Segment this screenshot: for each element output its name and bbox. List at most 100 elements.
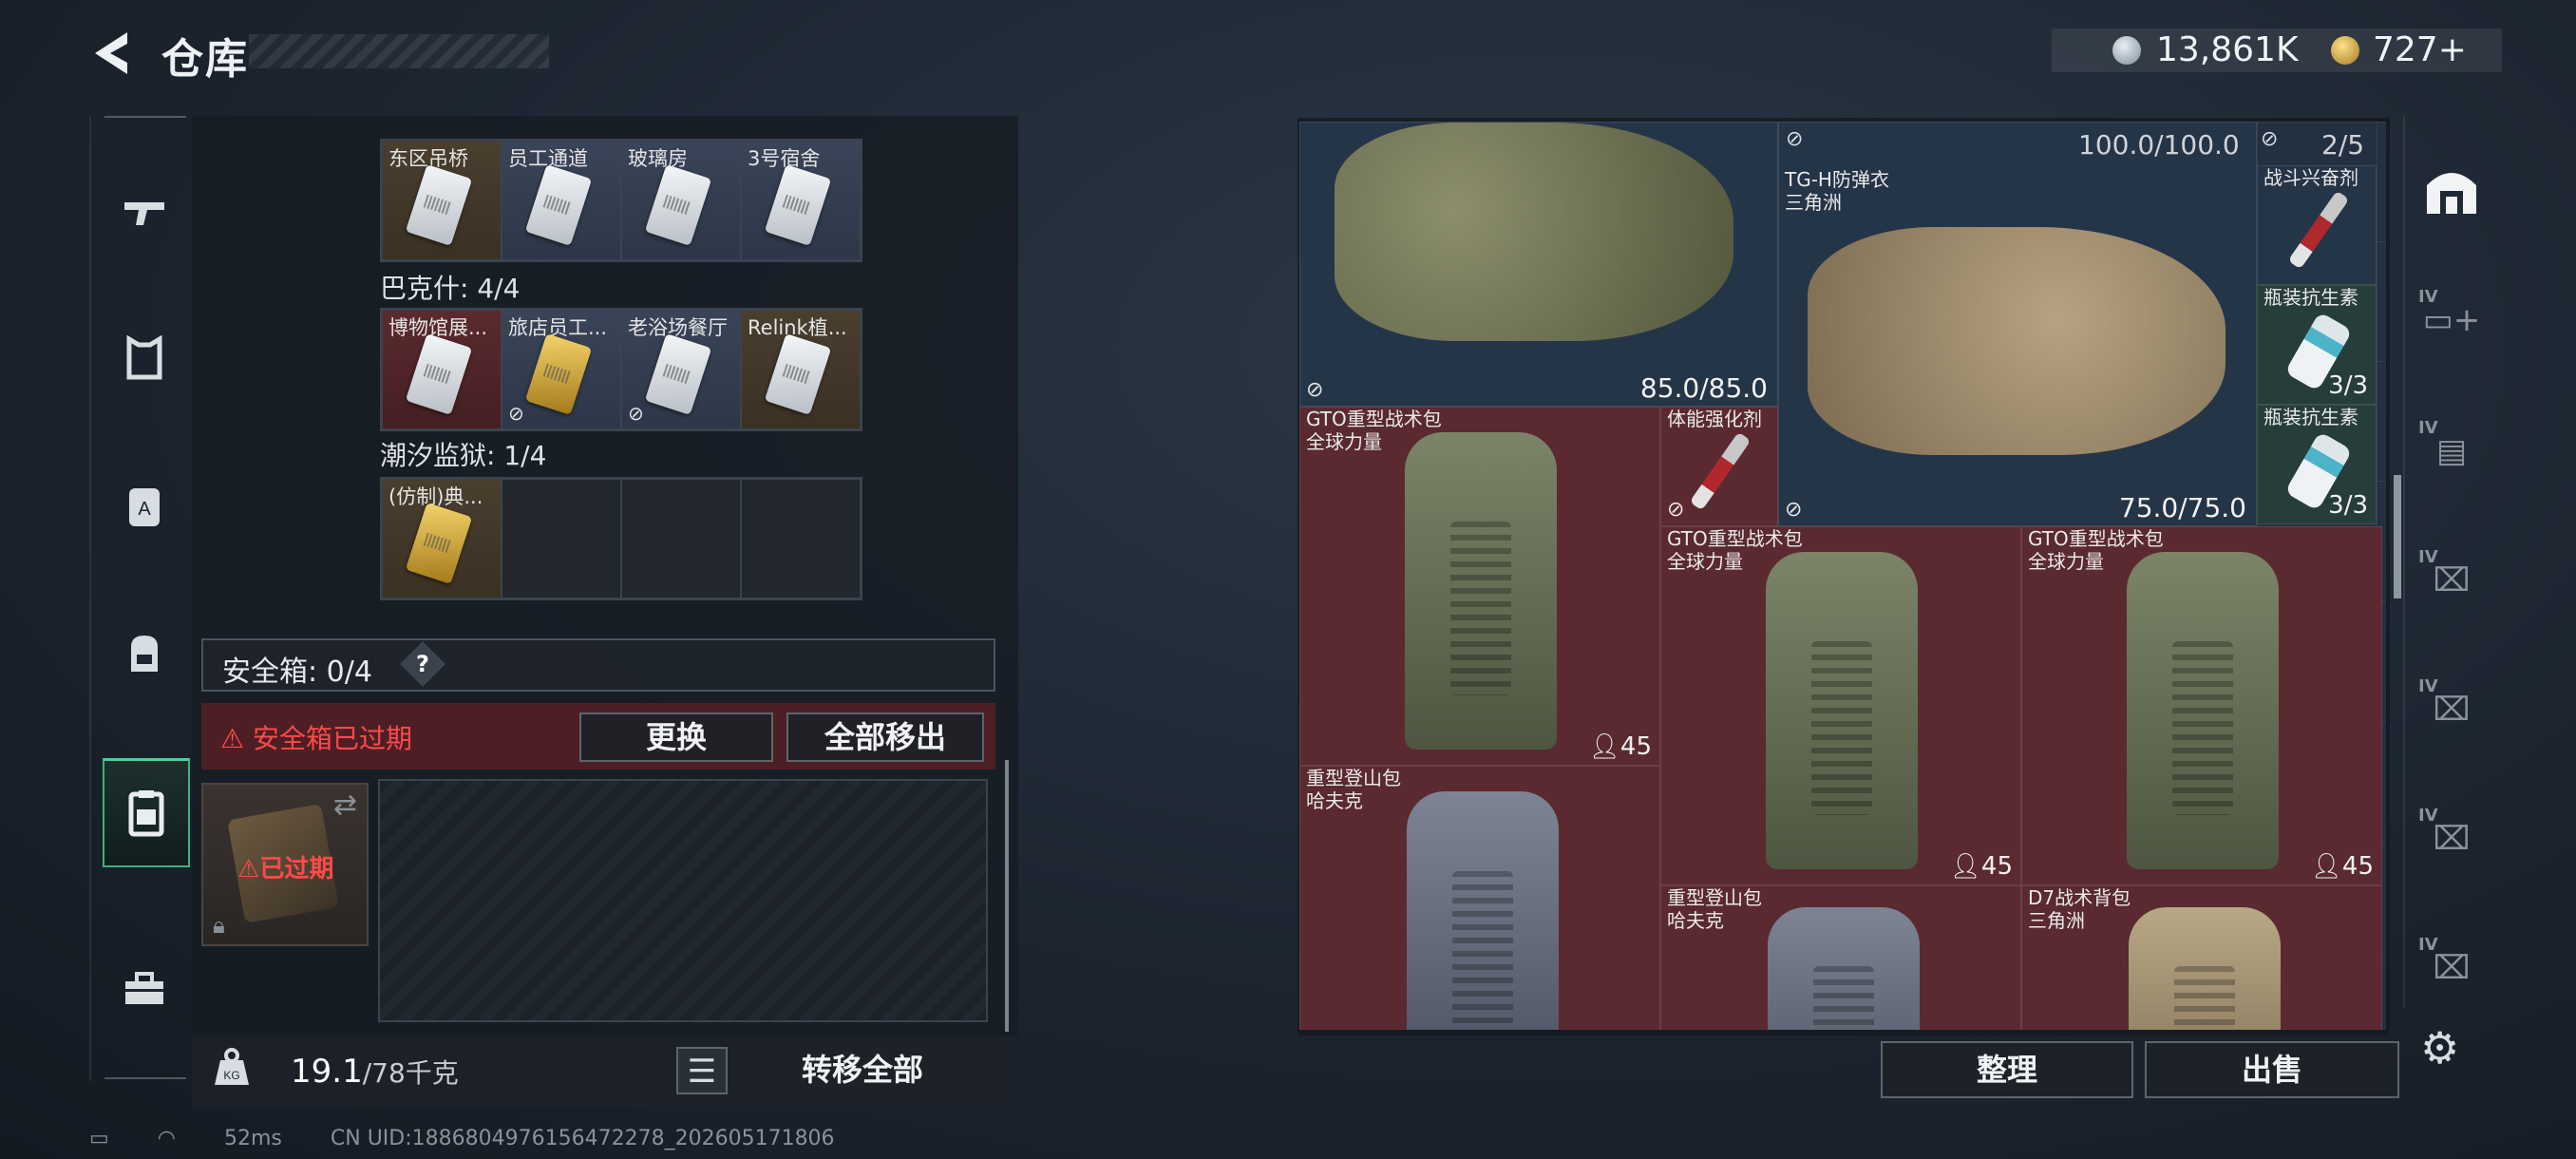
item-count: 3/3 <box>2328 491 2368 520</box>
no-drop-icon: ⊘ <box>1667 498 1685 522</box>
nav-secure-case-tab[interactable] <box>103 758 190 867</box>
item-name: 战斗兴奋剂 <box>2263 166 2358 189</box>
sell-button[interactable]: 出售 <box>2145 1041 2399 1098</box>
nav-toolbox-tab[interactable] <box>103 937 186 1041</box>
weight-current: 19.1 <box>291 1053 363 1091</box>
nav-armor-tab[interactable] <box>103 306 186 410</box>
safehouse-icon <box>2427 173 2476 214</box>
stash-scrollbar[interactable] <box>2394 475 2401 598</box>
key-slot-empty[interactable] <box>502 479 621 598</box>
medkit-tab[interactable]: IV ▭+ <box>2418 287 2485 353</box>
move-all-out-button[interactable]: 全部移出 <box>786 712 984 762</box>
safe-box-grid[interactable] <box>378 779 988 1022</box>
stash-item-d7-pack[interactable]: D7战术背包 三角洲 <box>2021 885 2382 1030</box>
stash-item-gto-pack[interactable]: GTO重型战术包 全球力量 👤︎45 <box>2021 526 2382 885</box>
case-expired-label: ⚠已过期 <box>237 855 334 884</box>
stash-item-vest-camo[interactable]: ⊘ 85.0/85.0 <box>1299 122 1778 407</box>
stash-item-gto-pack[interactable]: GTO重型战术包 全球力量 👤︎45 <box>1299 407 1660 766</box>
wifi-icon: ◠ <box>157 1127 176 1150</box>
page-title: 仓库 <box>161 35 249 84</box>
left-footer: KG 19.1/78千克 ☰ 转移全部 <box>192 1036 1018 1108</box>
list-view-icon[interactable]: ☰ <box>676 1047 728 1094</box>
capacity-value: 45 <box>2341 852 2374 881</box>
left-nav: A <box>89 116 190 1081</box>
stash-item-antibiotic[interactable]: 瓶装抗生素 3/3 <box>2257 285 2377 405</box>
key-slot[interactable]: 3号宿舍 <box>741 141 861 260</box>
stash-grid[interactable]: ⊘ 85.0/85.0 TG-H防弹衣 三角洲 ⊘ 75.0/75.0 ⊘ 10… <box>1299 122 2386 1030</box>
key-tab[interactable]: IV ⌧ <box>2418 935 2485 1001</box>
syringe-icon <box>1689 431 1752 511</box>
transfer-all-button[interactable]: 转移全部 <box>750 1041 975 1100</box>
key-slot[interactable]: 老浴场餐厅 ⊘ <box>621 310 741 429</box>
gold-coin-icon <box>2331 36 2359 65</box>
capacity-value: 45 <box>1619 732 1652 761</box>
gear-icon[interactable]: ⚙ <box>2420 1022 2459 1074</box>
key-slot[interactable]: 玻璃房 <box>621 141 741 260</box>
key-slot[interactable]: 旅店员工... ⊘ <box>502 310 621 429</box>
keycard-icon <box>644 164 712 246</box>
key-tab[interactable]: IV ⌧ <box>2418 547 2485 614</box>
stash-item-stamina-boost[interactable]: 体能强化剂 ⊘ <box>1660 407 1778 526</box>
key-slot[interactable]: (仿制)典... <box>382 479 502 598</box>
key-slot[interactable]: Relink植... <box>741 310 861 429</box>
key-tab[interactable]: IV ⌧ <box>2418 676 2485 743</box>
folder-tab-icon: ▤ <box>2435 432 2468 470</box>
key-slot-empty[interactable] <box>621 479 741 598</box>
sort-button[interactable]: 整理 <box>1881 1041 2133 1098</box>
left-scrollbar[interactable] <box>1005 760 1009 1032</box>
replace-button[interactable]: 更换 <box>579 712 773 762</box>
key-grid-top: 东区吊桥 员工通道 玻璃房 3号宿舍 <box>380 139 862 262</box>
tier-label: IV <box>2418 287 2438 307</box>
key-tab-icon: ⌧ <box>2433 561 2471 599</box>
keycard-icon <box>405 164 473 246</box>
lock-icon: 🔒︎ <box>213 912 225 939</box>
weight-readout: 19.1/78千克 <box>291 1053 459 1091</box>
stash-item-antibiotic[interactable]: 瓶装抗生素 3/3 <box>2257 405 2377 524</box>
stash-item-tg-h-vest[interactable]: TG-H防弹衣 三角洲 ⊘ 75.0/75.0 <box>1778 122 2257 526</box>
ping-readout: 52ms <box>224 1127 282 1150</box>
key-slot[interactable]: 东区吊桥 <box>382 141 502 260</box>
capacity-icon: 👤︎ <box>1588 732 1620 761</box>
syringe-icon <box>2287 190 2350 270</box>
stash-item-combat-stim[interactable]: 战斗兴奋剂 <box>2257 165 2377 285</box>
stash-item-mountain-pack[interactable]: 重型登山包 哈夫克 <box>1660 885 2021 1030</box>
gold-currency-amount[interactable]: 727+ <box>2373 30 2467 69</box>
folder-tab[interactable]: IV ▤ <box>2418 418 2485 484</box>
back-arrow-icon[interactable] <box>87 27 141 80</box>
no-drop-icon: ⊘ <box>2261 127 2279 151</box>
nav-chest-rig-tab[interactable]: A <box>103 454 186 559</box>
expired-warning: ⚠ 安全箱已过期 <box>220 718 412 756</box>
key-name: 玻璃房 <box>628 147 688 170</box>
item-capacity: 👤︎45 <box>2311 852 2374 881</box>
key-name: Relink植... <box>748 316 847 339</box>
tier-label: IV <box>2418 418 2438 438</box>
uid-readout: CN UID:1886804976156472278_202605171806 <box>330 1127 835 1150</box>
no-drop-icon: ⊘ <box>508 402 524 425</box>
key-slot-empty[interactable] <box>741 479 861 598</box>
key-name: 员工通道 <box>508 147 588 170</box>
item-name: 瓶装抗生素 <box>2263 286 2358 309</box>
nav-gun-tab[interactable] <box>103 160 186 264</box>
capacity-icon: 👤︎ <box>1949 852 1981 881</box>
no-drop-icon: ⊘ <box>1786 127 1804 151</box>
stash-item-gto-pack[interactable]: GTO重型战术包 全球力量 👤︎45 <box>1660 526 2021 885</box>
silver-coin-icon <box>2112 36 2141 65</box>
safe-box-label: 安全箱: 0/4 <box>222 656 372 689</box>
case-expired-text: 已过期 <box>259 855 334 884</box>
section-label-bakesh: 巴克什: 4/4 <box>380 273 521 304</box>
item-capacity: 👤︎45 <box>1589 732 1652 761</box>
key-slot[interactable]: 博物馆展... <box>382 310 502 429</box>
safehouse-tab[interactable] <box>2418 158 2485 224</box>
nav-backpack-tab[interactable] <box>103 600 186 705</box>
stash-item-mountain-pack[interactable]: 重型登山包 哈夫克 <box>1299 766 1660 1030</box>
swap-icon[interactable]: ⇄ <box>333 788 357 822</box>
title-stripe <box>249 34 549 68</box>
help-glyph: ? <box>416 651 429 677</box>
key-tab[interactable]: IV ⌧ <box>2418 806 2485 872</box>
capacity-icon: 👤︎ <box>2310 852 2342 881</box>
secure-case-slot[interactable]: ⚠已过期 ⇄ 🔒︎ <box>201 783 369 946</box>
key-slot[interactable]: 员工通道 <box>502 141 621 260</box>
medkit-tab-icon: ▭+ <box>2422 301 2481 339</box>
key-name: 东区吊桥 <box>388 147 468 170</box>
help-icon[interactable]: ? <box>399 640 446 688</box>
